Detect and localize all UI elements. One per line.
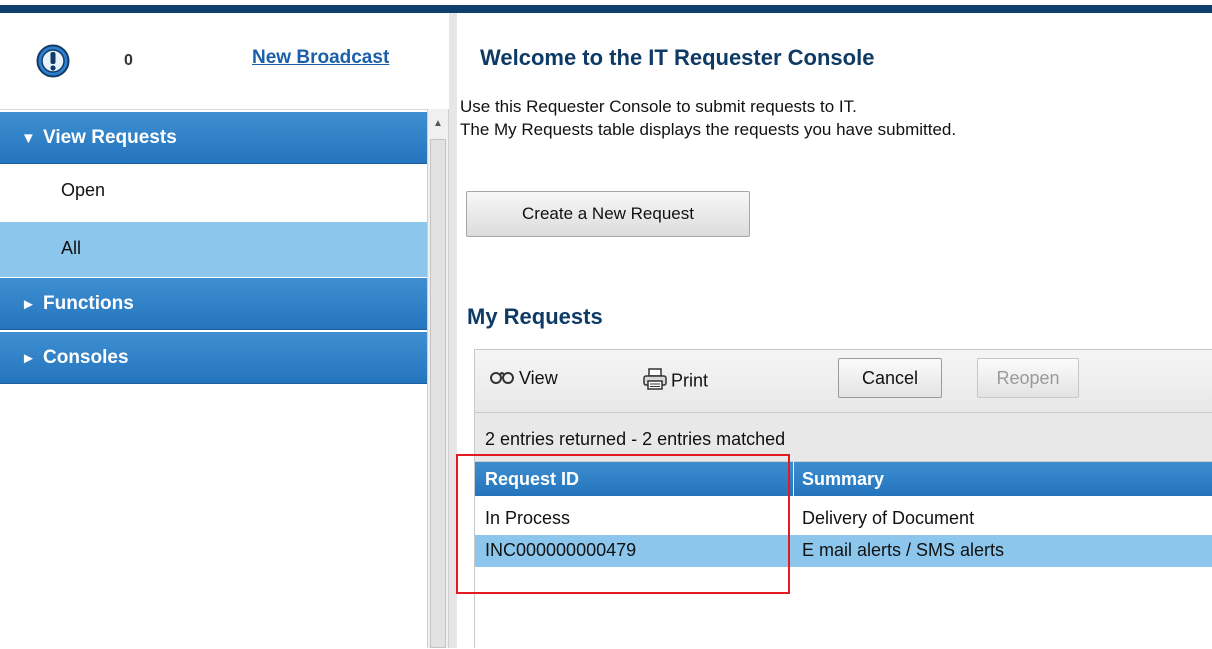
new-broadcast-link[interactable]: New Broadcast bbox=[252, 47, 389, 69]
cell-request-id: INC000000000479 bbox=[485, 540, 637, 560]
column-header-summary[interactable]: Summary bbox=[802, 469, 884, 490]
intro-text: Use this Requester Console to submit req… bbox=[460, 95, 956, 141]
grid-toolbar: View Print Cancel Reopen bbox=[475, 349, 1212, 413]
section-title-my-requests: My Requests bbox=[467, 304, 603, 329]
results-summary-bar: 2 entries returned - 2 entries matched bbox=[475, 413, 1212, 462]
results-summary: 2 entries returned - 2 entries matched bbox=[485, 429, 786, 449]
table-row[interactable]: In Process Delivery of Document bbox=[475, 503, 1212, 535]
intro-line: Use this Requester Console to submit req… bbox=[460, 97, 857, 116]
create-request-button[interactable]: Create a New Request bbox=[466, 191, 750, 237]
nav-item-all[interactable]: All bbox=[0, 222, 427, 277]
scroll-up-arrow-icon[interactable]: ▲ bbox=[428, 109, 448, 137]
top-stripe bbox=[0, 5, 1212, 13]
cancel-button[interactable]: Cancel bbox=[838, 358, 942, 398]
nav-item-label: All bbox=[61, 238, 82, 258]
column-header-request-id[interactable]: Request ID bbox=[485, 469, 579, 490]
nav-group-view-requests[interactable]: ▼ View Requests bbox=[0, 112, 427, 164]
column-separator[interactable] bbox=[793, 462, 794, 496]
cell-request-id: In Process bbox=[485, 508, 571, 528]
print-label: Print bbox=[671, 370, 709, 391]
caret-down-icon: ▼ bbox=[21, 130, 36, 147]
printer-icon bbox=[643, 368, 667, 395]
nav-group-functions[interactable]: ► Functions bbox=[0, 278, 427, 330]
requests-grid: View Print Cancel Reopen 2 entries retur… bbox=[474, 349, 1212, 648]
cell-summary: Delivery of Document bbox=[802, 508, 975, 528]
caret-right-icon: ► bbox=[21, 350, 36, 367]
view-label: View bbox=[519, 368, 558, 388]
page-title: Welcome to the IT Requester Console bbox=[480, 45, 875, 70]
panel-divider[interactable] bbox=[449, 13, 457, 648]
sidebar-scrollbar[interactable]: ▲ bbox=[427, 109, 449, 648]
nav-group-label: Functions bbox=[43, 293, 134, 314]
nav-item-label: Open bbox=[61, 180, 106, 200]
caret-right-icon: ► bbox=[21, 296, 36, 313]
binoculars-icon bbox=[489, 369, 515, 390]
broadcast-alert-icon[interactable] bbox=[36, 44, 70, 78]
table-header: Request ID Summary bbox=[475, 462, 1212, 496]
cell-summary: E mail alerts / SMS alerts bbox=[802, 540, 1005, 560]
nav-item-open[interactable]: Open bbox=[0, 164, 427, 219]
intro-line: The My Requests table displays the reque… bbox=[460, 120, 957, 139]
scroll-thumb[interactable] bbox=[430, 139, 446, 648]
nav-group-label: Consoles bbox=[43, 347, 129, 368]
view-button[interactable]: View bbox=[489, 368, 558, 390]
print-button[interactable]: Print bbox=[643, 368, 708, 395]
top-bar bbox=[0, 0, 1212, 13]
broadcast-count: 0 bbox=[124, 52, 133, 69]
nav-group-consoles[interactable]: ► Consoles bbox=[0, 332, 427, 384]
reopen-button: Reopen bbox=[977, 358, 1079, 398]
sidebar-nav: ▼ View Requests Open All ► Functions ► Cons… bbox=[0, 109, 427, 649]
nav-group-label: View Requests bbox=[43, 127, 177, 148]
table-row[interactable]: INC000000000479 E mail alerts / SMS aler… bbox=[475, 535, 1212, 567]
